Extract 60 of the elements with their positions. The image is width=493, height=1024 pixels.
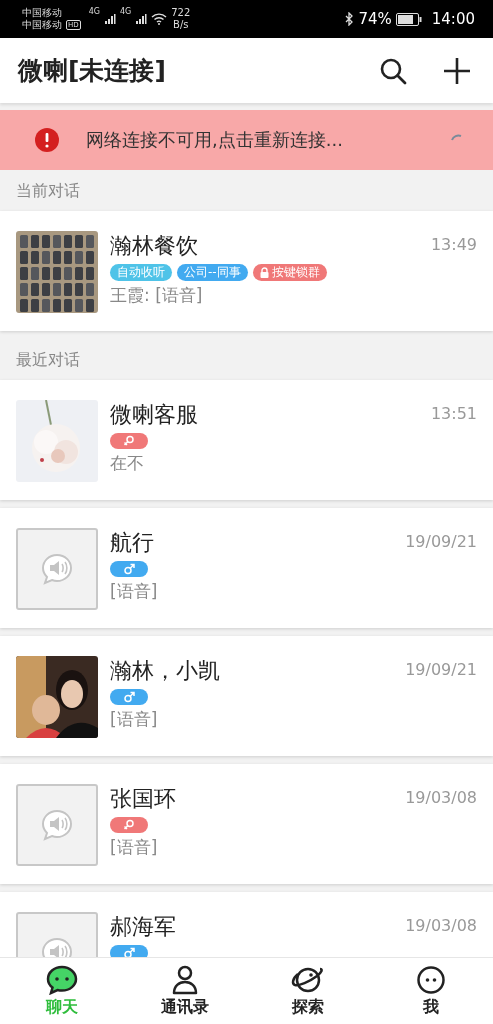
message-preview: [语音] [110, 836, 159, 859]
signal-icon [135, 13, 148, 25]
chat-time: 19/09/21 [405, 532, 477, 551]
wifi-icon [151, 13, 168, 25]
male-symbol-icon [123, 563, 135, 575]
message-preview: [语音] [110, 580, 159, 603]
chat-name: 微喇客服 [110, 401, 199, 429]
message-preview: [语音] [110, 708, 159, 731]
speaker-bubble-icon [40, 808, 74, 842]
carrier-name: 中国移动 [22, 7, 63, 19]
section-header: 最近对话 [15, 349, 81, 371]
chat-item[interactable]: 微喇客服 13:51 在不 [0, 380, 493, 500]
tag: 公司--同事 [177, 264, 248, 281]
chat-item[interactable]: 瀚林餐饮 13:49 自动收听 公司--同事 按键锁群 王霞: [语音] [0, 211, 493, 331]
person-icon [170, 964, 199, 995]
message-preview: 王霞: [语音] [110, 284, 204, 307]
error-icon [34, 127, 60, 153]
chat-item[interactable]: 张国环 19/03/08 [语音] [0, 764, 493, 884]
chat-name: 张国环 [110, 785, 177, 813]
chat-item[interactable]: 航行 19/09/21 [语音] [0, 508, 493, 628]
battery-icon [395, 12, 422, 26]
female-symbol-icon [123, 435, 135, 447]
chat-item[interactable]: 瀚林，小凯 19/09/21 [语音] [0, 636, 493, 756]
chat-name: 航行 [110, 529, 155, 557]
battery-percent: 74% [358, 10, 392, 28]
chat-name: 瀚林餐饮 [110, 232, 199, 260]
network-speed: 722 [171, 7, 191, 19]
alert-message: 网络连接不可用,点击重新连接... [86, 128, 344, 152]
network-type: 4G [88, 7, 100, 16]
section-header: 当前对话 [15, 180, 81, 202]
network-type: 4G [119, 7, 132, 16]
female-symbol-icon [123, 819, 135, 831]
connection-alert[interactable]: 网络连接不可用,点击重新连接... [0, 110, 493, 170]
speed-unit: B/s [173, 19, 189, 31]
chat-name: 瀚林，小凯 [110, 657, 221, 685]
chat-time: 19/09/21 [405, 660, 477, 679]
nav-tab[interactable]: 我 [369, 958, 493, 1024]
chat-name: 郝海军 [110, 913, 177, 941]
chat-time: 13:49 [430, 235, 477, 254]
search-icon [379, 56, 407, 85]
male-symbol-icon [123, 691, 135, 703]
chat-item[interactable]: 郝海军 19/03/08 [0, 892, 493, 957]
bluetooth-icon [345, 12, 355, 26]
tag: 自动收听 [110, 264, 172, 281]
app-title: 微喇[未连接] [18, 55, 166, 87]
nav-tab[interactable]: 通讯录 [123, 958, 247, 1024]
chat-time: 19/03/08 [405, 788, 477, 807]
plus-icon [443, 56, 471, 85]
message-preview: 在不 [110, 452, 145, 475]
speaker-bubble-icon [40, 552, 74, 586]
signal-icon [103, 13, 116, 25]
clock: 14:00 [431, 10, 475, 28]
chat-time: 13:51 [430, 404, 477, 423]
face-circle-icon [416, 964, 447, 995]
carrier-name: 中国移动 [22, 19, 62, 31]
tag: 按键锁群 [252, 264, 327, 281]
nav-tab[interactable]: 探索 [246, 958, 370, 1024]
lock-icon [259, 267, 269, 278]
chat-time: 19/03/08 [405, 916, 477, 935]
chat-bubble-icon [45, 964, 78, 995]
